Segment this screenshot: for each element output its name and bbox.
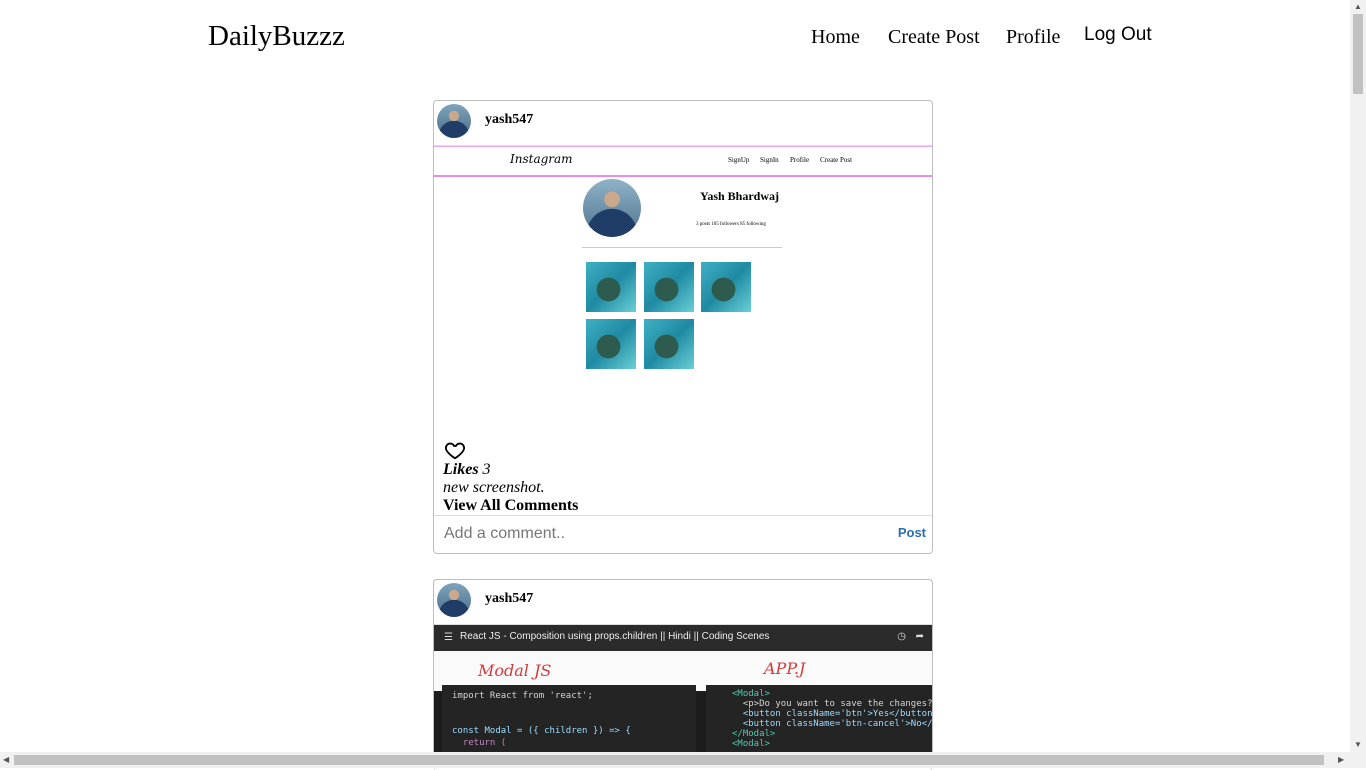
screenshot-thumbnail: [644, 262, 694, 312]
horizontal-scrollbar[interactable]: ◀ ▶: [0, 752, 1350, 768]
screenshot-divider: [582, 247, 782, 248]
vertical-scrollbar[interactable]: ▲ ▼: [1350, 0, 1366, 768]
top-navbar: DailyBuzzz Home Create Post Profile Log …: [0, 0, 1350, 76]
code-line: const Modal = ({ children }) => {: [452, 726, 631, 736]
code-panel-left: import React from 'react'; const Modal =…: [442, 685, 696, 755]
handwritten-annotation: APP.J: [764, 659, 806, 678]
video-title-bar: ☰ React JS - Composition using props.chi…: [434, 625, 932, 651]
likes-label: Likes: [443, 461, 479, 478]
screenshot-thumbnail: [586, 319, 636, 369]
nav-create-post-link[interactable]: Create Post: [888, 26, 980, 49]
nav-profile-link[interactable]: Profile: [1006, 26, 1060, 49]
screenshot-link: Profile: [790, 156, 810, 164]
code-line: <Modal>: [732, 739, 770, 749]
post-card: yash547 ☰ React JS - Composition using p…: [433, 579, 933, 770]
screenshot-thumbnail: [701, 262, 751, 312]
screenshot-link: Create Post: [820, 156, 853, 164]
post-caption: new screenshot.: [443, 479, 545, 496]
code-line: return (: [452, 738, 507, 748]
post-card: yash547 Instagram SignUp SignIn Profile …: [433, 100, 933, 554]
screenshot-avatar: [583, 179, 641, 237]
post-actions: Likes 3 new screenshot. View All Comment…: [434, 435, 932, 515]
likes-count: Likes 3: [443, 461, 491, 479]
code-panel-right: <Modal> <p>Do you want to save the chang…: [706, 685, 932, 755]
comment-form: Post: [434, 515, 932, 550]
scroll-up-icon[interactable]: ▲: [1354, 2, 1362, 11]
handwritten-annotation: Modal JS: [478, 661, 552, 680]
screenshot-stats: 3 posts 105 followers 85 following: [696, 222, 766, 227]
avatar[interactable]: [437, 583, 471, 617]
comment-input[interactable]: [442, 521, 876, 547]
video-title[interactable]: React JS - Composition using props.child…: [460, 631, 769, 642]
scroll-down-icon[interactable]: ▼: [1354, 740, 1362, 749]
post-header: yash547: [434, 580, 932, 625]
screenshot-thumbnail: [586, 262, 636, 312]
screenshot-navbar: Instagram SignUp SignIn Profile Create P…: [434, 147, 932, 177]
screenshot-thumbnail: [644, 319, 694, 369]
code-line: import React from 'react';: [452, 691, 593, 701]
logout-button[interactable]: Log Out: [1084, 24, 1152, 46]
screenshot-logo: Instagram: [510, 152, 573, 166]
horizontal-scroll-thumb[interactable]: [14, 755, 1324, 765]
post-username[interactable]: yash547: [485, 112, 533, 128]
scroll-right-icon[interactable]: ▶: [1338, 755, 1344, 764]
post-image: Instagram SignUp SignIn Profile Create P…: [434, 146, 932, 435]
brand-logo[interactable]: DailyBuzzz: [208, 20, 345, 53]
playlist-icon[interactable]: ☰: [444, 632, 453, 643]
avatar[interactable]: [437, 104, 471, 138]
post-header: yash547: [434, 101, 932, 146]
watch-later-icon[interactable]: ◷: [897, 631, 906, 642]
post-video[interactable]: ☰ React JS - Composition using props.chi…: [434, 625, 932, 755]
share-icon[interactable]: ➦: [916, 631, 924, 642]
nav-home-link[interactable]: Home: [811, 26, 860, 49]
screenshot-profile-name: Yash Bhardwaj: [700, 189, 780, 203]
view-all-comments-link[interactable]: View All Comments: [443, 497, 578, 515]
scroll-left-icon[interactable]: ◀: [3, 755, 9, 764]
likes-number: 3: [482, 461, 491, 478]
vertical-scroll-thumb[interactable]: [1353, 14, 1363, 94]
post-username[interactable]: yash547: [485, 591, 533, 607]
heart-icon[interactable]: [444, 439, 466, 461]
post-comment-button[interactable]: Post: [898, 525, 926, 540]
screenshot-link: SignUp: [728, 156, 750, 164]
screenshot-link: SignIn: [760, 156, 779, 164]
